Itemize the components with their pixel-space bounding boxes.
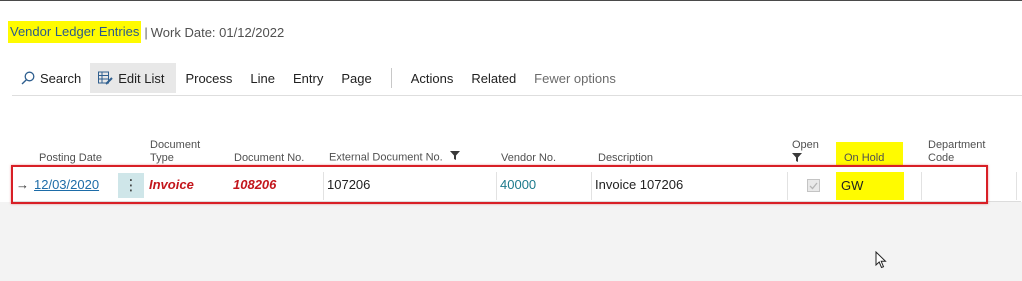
action-bar-divider — [390, 68, 392, 88]
column-header-document-no[interactable]: Document No. — [234, 152, 304, 165]
page-title: Vendor Ledger Entries — [8, 21, 142, 43]
menu-line[interactable]: Line — [241, 63, 284, 93]
edit-list-label: Edit List — [118, 70, 165, 86]
column-header-description[interactable]: Description — [598, 152, 653, 165]
action-bar: Search Edit List Process Line Entry Page… — [12, 63, 625, 93]
search-icon — [21, 71, 35, 85]
column-header-department-code[interactable]: Department Code — [928, 139, 985, 165]
menu-entry[interactable]: Entry — [284, 63, 332, 93]
cell-divider — [1016, 172, 1017, 200]
title-separator: | — [144, 24, 148, 40]
search-button[interactable]: Search — [12, 63, 90, 93]
menu-process-label: Process — [185, 70, 233, 86]
page-header: Vendor Ledger Entries | Work Date: 01/12… — [8, 21, 284, 43]
work-date: Work Date: 01/12/2022 — [150, 24, 285, 40]
menu-line-label: Line — [250, 70, 275, 86]
menu-entry-label: Entry — [293, 70, 324, 86]
column-header-department-code-line2: Code — [928, 152, 955, 164]
empty-grid-area — [0, 202, 1022, 281]
selection-highlight-box — [11, 165, 988, 204]
column-header-open[interactable]: Open — [792, 139, 819, 166]
column-header-external-document-no-label: External Document No. — [329, 151, 443, 164]
menu-related[interactable]: Related — [462, 63, 525, 93]
top-border — [0, 0, 1022, 1]
mouse-pointer-icon — [875, 250, 887, 274]
menu-actions-label: Actions — [410, 70, 454, 86]
menu-actions[interactable]: Actions — [402, 63, 463, 93]
menu-page[interactable]: Page — [332, 63, 380, 93]
column-header-document-type-line1: Document — [150, 139, 201, 151]
column-header-department-code-line1: Department — [928, 139, 986, 151]
menu-process[interactable]: Process — [176, 63, 241, 93]
column-header-document-type[interactable]: Document Type — [150, 139, 200, 165]
filter-icon — [449, 151, 460, 164]
action-bar-rule — [12, 95, 1022, 96]
edit-list-button[interactable]: Edit List — [90, 63, 177, 93]
column-header-document-type-line2: Type — [150, 152, 174, 164]
column-header-external-document-no[interactable]: External Document No. — [329, 151, 460, 164]
fewer-options-button[interactable]: Fewer options — [525, 63, 625, 93]
edit-list-icon — [98, 71, 113, 85]
column-header-on-hold[interactable]: On Hold — [844, 152, 884, 165]
column-header-open-label: Open — [792, 139, 819, 151]
menu-page-label: Page — [341, 70, 372, 86]
search-label: Search — [40, 70, 82, 86]
column-header-posting-date[interactable]: Posting Date — [39, 152, 102, 165]
menu-related-label: Related — [471, 70, 517, 86]
column-header-vendor-no[interactable]: Vendor No. — [501, 152, 556, 165]
fewer-options-label: Fewer options — [534, 70, 616, 86]
